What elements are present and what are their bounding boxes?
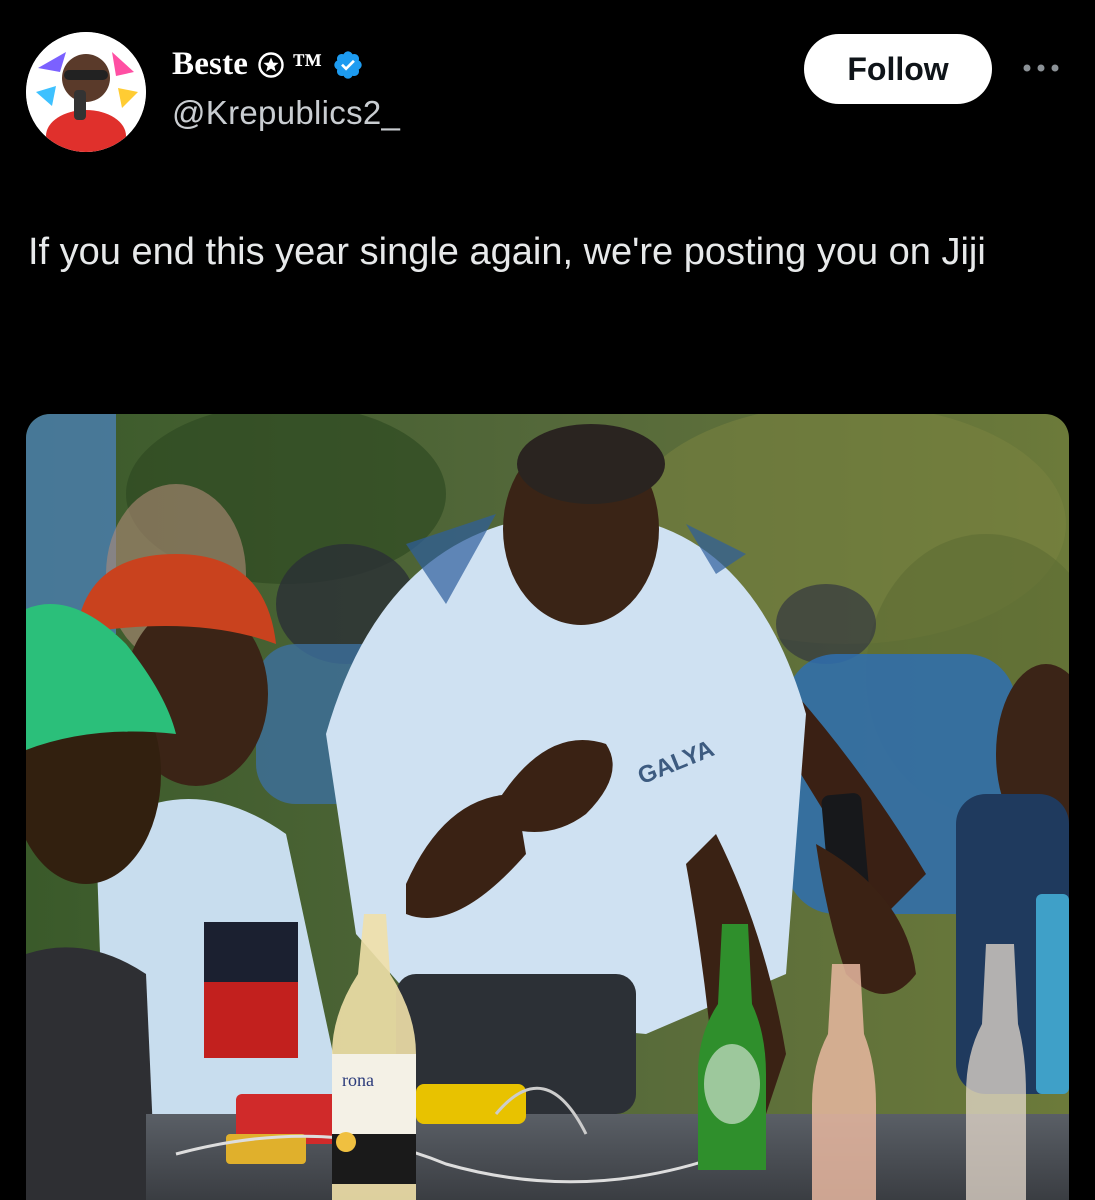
author-handle[interactable]: @Krepublics2_ [172,94,400,132]
avatar-image [26,32,146,152]
author-name-suffix: ™ [292,47,323,81]
star-icon [258,51,284,78]
post-media-photo[interactable]: GALYA rona [26,414,1069,1200]
post-text: If you end this year single again, we're… [28,231,986,273]
author-display-name[interactable]: Beste [172,46,248,83]
photo-image: GALYA rona [26,414,1069,1200]
more-options-icon[interactable] [1018,58,1064,78]
bottle-label-text: rona [342,1070,374,1090]
follow-button[interactable]: Follow [804,34,992,104]
author-avatar[interactable] [26,32,146,152]
verified-badge-icon[interactable] [332,49,364,81]
author-name-row: Beste ™ [172,46,364,83]
post-header: Beste ™ @Krepublics2_ Follow [0,0,1095,190]
